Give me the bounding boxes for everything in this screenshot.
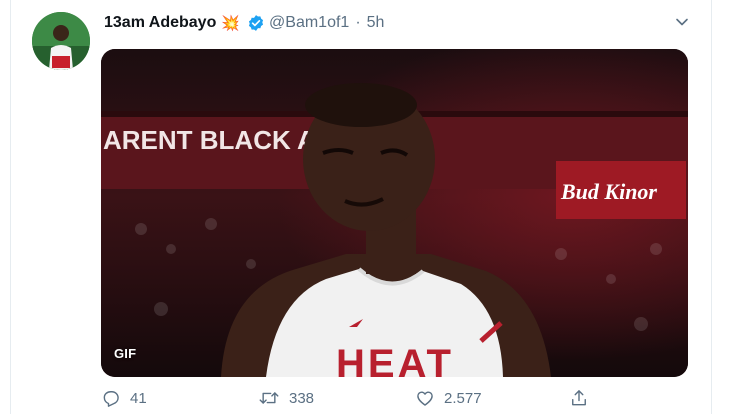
- timeline-left-border: [0, 0, 11, 414]
- like-count: 2.577: [444, 389, 482, 407]
- sponsor-sign-text: Bud Kinor: [560, 179, 657, 204]
- share-icon: [572, 390, 586, 406]
- header-separator: ·: [355, 14, 361, 31]
- tweet-gif-media[interactable]: ARENT BLACK A E Bud Kinor HEAT GIF: [101, 49, 688, 377]
- retweet-icon: [259, 392, 279, 404]
- share-button[interactable]: [569, 388, 589, 408]
- jersey-text: HEAT: [336, 342, 454, 377]
- author-name[interactable]: 13am Adebayo: [104, 14, 216, 32]
- more-options-button[interactable]: [672, 12, 692, 32]
- timeline-right-border: [711, 0, 736, 414]
- tweet-header: 13am Adebayo 💥 @Bam1of1 · 5h: [104, 12, 384, 34]
- author-emoji: 💥: [221, 15, 241, 32]
- retweet-count: 338: [289, 389, 315, 407]
- tweet-action-bar: 41 338 2.577: [101, 388, 621, 414]
- author-avatar[interactable]: [32, 12, 90, 70]
- gif-badge: GIF: [114, 346, 137, 361]
- tweet-timestamp[interactable]: 5h: [367, 14, 385, 32]
- like-icon: [417, 391, 433, 406]
- reply-button[interactable]: 41: [101, 388, 147, 408]
- reply-icon: [103, 391, 119, 407]
- like-button[interactable]: 2.577: [415, 388, 482, 408]
- verified-badge-icon: [248, 15, 264, 31]
- author-handle[interactable]: @Bam1of1: [269, 14, 349, 32]
- reply-count: 41: [130, 389, 147, 407]
- retweet-button[interactable]: 338: [258, 388, 314, 408]
- chevron-down-icon: [676, 18, 688, 26]
